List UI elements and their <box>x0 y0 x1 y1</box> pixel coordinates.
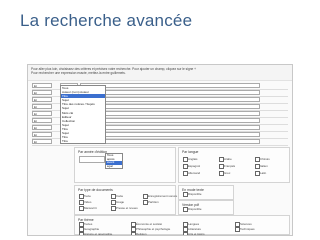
panel-doctypes-title: Par type de documents <box>78 188 113 192</box>
search-term-input[interactable] <box>80 125 260 130</box>
panel-themes: Par thème Textes Économie et société Langu… <box>74 215 290 235</box>
year-operator-dropdown[interactable]: Tous après avant égal <box>105 153 123 170</box>
boolean-operator-select[interactable]: Et <box>32 125 52 130</box>
checkbox-label: Presse et revues <box>116 205 138 210</box>
checkbox-label: Géographie <box>84 226 100 231</box>
panel-language: Par langue Anglais Arabe Chinois Espagnol Fr… <box>178 147 290 183</box>
checkbox-label: Arabe <box>224 156 232 161</box>
search-term-input[interactable] <box>80 139 260 144</box>
search-term-input[interactable] <box>80 118 260 123</box>
dropdown-option[interactable]: Titre <box>61 139 105 143</box>
boolean-operator-select[interactable]: Et <box>32 83 52 88</box>
search-term-input[interactable] <box>80 132 260 137</box>
panel-online: En mode texte Disponible <box>178 185 234 200</box>
form-intro: Pour aller plus loin, choisissez des cri… <box>28 65 292 81</box>
page-title: La recherche avancée <box>20 11 193 30</box>
search-term-input[interactable] <box>80 97 260 102</box>
checkbox-label: Anglais <box>188 156 198 161</box>
checkbox-label: Chinois <box>260 156 270 161</box>
search-term-input[interactable] <box>80 111 260 116</box>
year-start-input[interactable] <box>79 156 105 163</box>
checkbox-label: Image <box>116 199 125 204</box>
panel-dates: Par année d'édition <box>74 147 176 183</box>
checkbox-label: Disponible <box>188 191 202 196</box>
checkbox-label: Texte <box>84 193 91 198</box>
search-term-input[interactable] <box>80 83 260 88</box>
boolean-operator-select[interactable]: Et <box>32 118 52 123</box>
checkbox-label: Disponible <box>188 206 202 211</box>
boolean-operator-select[interactable]: Et <box>32 97 52 102</box>
checkbox-label: Partition <box>148 199 159 204</box>
panel-doctypes: Par type de documents Texte Carte Enregist… <box>74 185 178 215</box>
checkbox-label: Philosophie et psychologie <box>136 226 171 231</box>
boolean-operator-select[interactable]: Et <box>32 104 52 109</box>
checkbox-label: Latin <box>260 170 267 175</box>
checkbox-label: Français <box>224 163 236 168</box>
checkbox-label: Manuscrit <box>84 205 97 210</box>
checkbox-label: Langues <box>188 221 200 226</box>
checkbox-label: Arts et loisirs <box>188 231 205 236</box>
checkbox-label: Grec <box>224 170 231 175</box>
checkbox-label: Carte <box>116 193 124 198</box>
boolean-operator-select[interactable]: Et <box>32 139 52 144</box>
boolean-operator-select[interactable]: Et <box>32 132 52 137</box>
checkbox-label: Espagnol <box>188 163 201 168</box>
search-term-input[interactable] <box>80 104 260 109</box>
panel-language-title: Par langue <box>182 150 199 154</box>
checkbox-label: Techniques <box>240 226 255 231</box>
checkbox-label: Enregistrement sonore <box>148 193 178 198</box>
checkbox-label: Religion <box>136 231 147 236</box>
checkbox-label: Allemand <box>188 170 201 175</box>
field-dropdown-list[interactable]: Tous Auteur (nom) Auteur Titre Sujet Titre d… <box>60 85 106 145</box>
year-option[interactable]: égal <box>106 164 122 169</box>
search-term-input[interactable] <box>80 90 260 95</box>
checkbox-label: Histoire et géographie <box>84 231 113 236</box>
search-form-screenshot: Pour aller plus loin, choisissez des cri… <box>27 64 293 236</box>
row-divider <box>32 145 288 146</box>
checkbox-label: Textes <box>84 221 93 226</box>
checkbox-label: Italien <box>260 163 268 168</box>
intro-line-2: Pour rechercher une expression exacte, m… <box>31 71 126 75</box>
checkbox-label: Vidéo <box>84 199 92 204</box>
checkbox-label: Littérature <box>188 226 202 231</box>
checkbox-label: Sciences <box>240 221 252 226</box>
boolean-operator-select[interactable]: Et <box>32 111 52 116</box>
panel-dates-title: Par année d'édition <box>78 150 108 154</box>
checkbox-label: Économie et société <box>136 221 163 226</box>
boolean-operator-select[interactable]: Et <box>32 90 52 95</box>
panel-online-2: Version pdf Disponible <box>178 200 234 215</box>
